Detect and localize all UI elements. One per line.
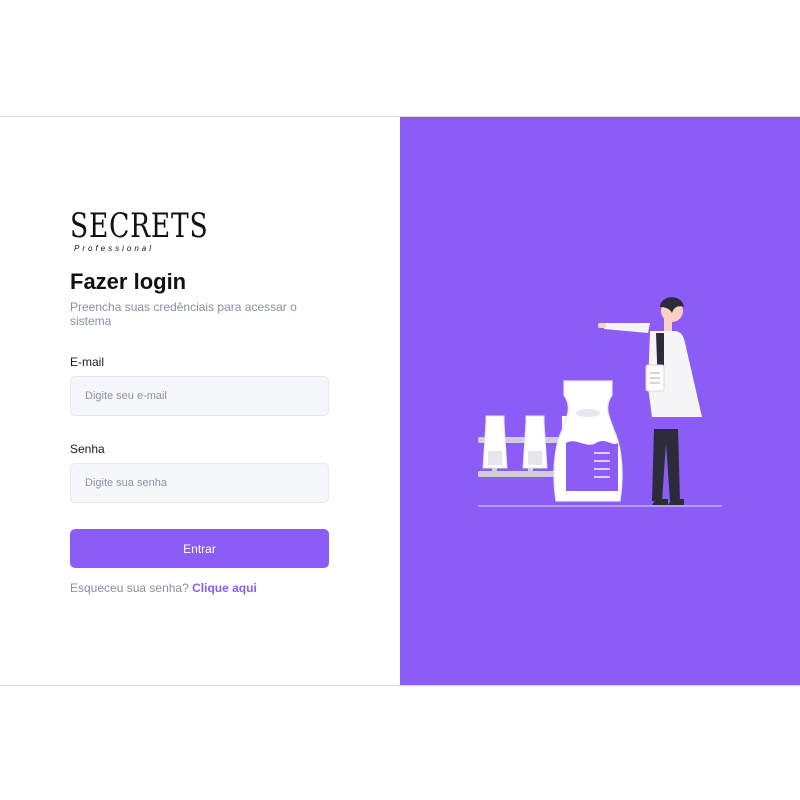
forgot-password: Esqueceu sua senha? Clique aqui — [70, 581, 257, 595]
login-panel: SECRETS Professional Fazer login Preench… — [0, 117, 400, 685]
email-field[interactable] — [70, 376, 329, 416]
login-page: SECRETS Professional Fazer login Preench… — [0, 116, 800, 686]
email-label: E-mail — [70, 355, 105, 369]
logo-subtitle: Professional — [74, 244, 155, 253]
forgot-password-text: Esqueceu sua senha? — [70, 581, 189, 595]
illustration-panel — [400, 117, 800, 685]
password-field[interactable] — [70, 463, 329, 503]
scientist-lab-illustration-icon — [478, 297, 722, 507]
brand-logo: SECRETS Professional — [70, 206, 209, 255]
page-title: Fazer login — [70, 269, 187, 294]
password-label: Senha — [70, 442, 105, 456]
forgot-password-link[interactable]: Clique aqui — [192, 581, 257, 595]
page-subtitle: Preencha suas credênciais para acessar o… — [70, 300, 297, 328]
logo-wordmark: SECRETS — [70, 206, 209, 246]
login-button[interactable]: Entrar — [70, 529, 329, 568]
